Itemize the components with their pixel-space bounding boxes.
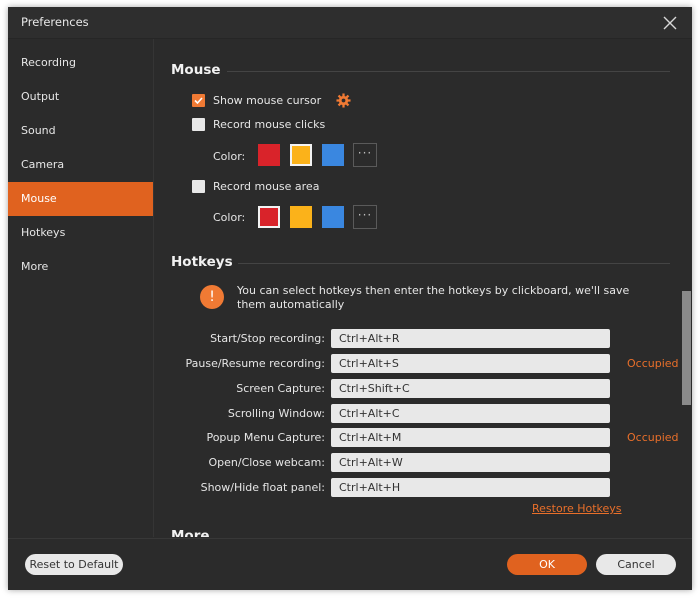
close-icon bbox=[663, 16, 677, 30]
scrollbar-track[interactable] bbox=[680, 39, 692, 537]
hotkeys-section-title: Hotkeys bbox=[171, 254, 233, 270]
warning-icon: ! bbox=[200, 285, 224, 309]
settings-content: Mouse Show mouse cursor Record mouse cli… bbox=[154, 39, 692, 537]
clicks-more-colors-button[interactable]: ··· bbox=[353, 143, 377, 167]
hotkeys-info-text: You can select hotkeys then enter the ho… bbox=[237, 284, 630, 311]
hotkey-popup-menu-input[interactable]: Ctrl+Alt+M bbox=[331, 428, 610, 447]
hotkey-float-panel-input[interactable]: Ctrl+Alt+H bbox=[331, 478, 610, 497]
clicks-color-label: Color: bbox=[213, 150, 246, 163]
clicks-color-yellow[interactable] bbox=[290, 144, 312, 166]
more-section-title: More bbox=[171, 528, 210, 537]
hotkey-scrolling-window-input[interactable]: Ctrl+Alt+C bbox=[331, 404, 610, 423]
record-mouse-clicks-label: Record mouse clicks bbox=[213, 118, 326, 131]
sidebar: Recording Output Sound Camera Mouse Hotk… bbox=[8, 39, 154, 537]
hotkey-pause-resume-input[interactable]: Ctrl+Alt+S bbox=[331, 354, 610, 373]
hotkey-label: Pause/Resume recording: bbox=[185, 357, 325, 370]
clicks-color-red[interactable] bbox=[258, 144, 280, 166]
scrollbar-thumb[interactable] bbox=[682, 291, 691, 405]
mouse-section-title: Mouse bbox=[171, 62, 221, 78]
sidebar-item-output[interactable]: Output bbox=[8, 80, 153, 114]
gear-icon[interactable] bbox=[336, 93, 351, 108]
hotkey-label: Scrolling Window: bbox=[227, 407, 325, 420]
checkmark-icon bbox=[194, 97, 203, 105]
area-color-yellow[interactable] bbox=[290, 206, 312, 228]
show-mouse-cursor-checkbox[interactable] bbox=[192, 94, 205, 107]
area-color-red[interactable] bbox=[258, 206, 280, 228]
record-mouse-area-label: Record mouse area bbox=[213, 180, 320, 193]
restore-hotkeys-link[interactable]: Restore Hotkeys bbox=[532, 502, 622, 515]
hotkey-label: Screen Capture: bbox=[236, 382, 325, 395]
hotkey-webcam-input[interactable]: Ctrl+Alt+W bbox=[331, 453, 610, 472]
title-bar: Preferences bbox=[8, 7, 692, 39]
record-mouse-clicks-checkbox[interactable] bbox=[192, 118, 205, 131]
window-title: Preferences bbox=[21, 15, 89, 29]
sidebar-item-mouse[interactable]: Mouse bbox=[8, 182, 153, 216]
section-divider bbox=[227, 71, 670, 72]
hotkey-status: Occupied bbox=[627, 431, 679, 444]
section-divider bbox=[238, 263, 670, 264]
hotkey-label: Open/Close webcam: bbox=[208, 456, 325, 469]
sidebar-item-recording[interactable]: Recording bbox=[8, 46, 153, 80]
sidebar-item-more[interactable]: More bbox=[8, 250, 153, 284]
preferences-window: Preferences Recording Output Sound Camer… bbox=[8, 7, 692, 590]
clicks-color-blue[interactable] bbox=[322, 144, 344, 166]
hotkey-screen-capture-input[interactable]: Ctrl+Shift+C bbox=[331, 379, 610, 398]
area-color-blue[interactable] bbox=[322, 206, 344, 228]
ok-button[interactable]: OK bbox=[507, 554, 587, 575]
footer: Reset to Default OK Cancel bbox=[8, 538, 692, 590]
hotkey-start-stop-input[interactable]: Ctrl+Alt+R bbox=[331, 329, 610, 348]
area-more-colors-button[interactable]: ··· bbox=[353, 205, 377, 229]
sidebar-item-camera[interactable]: Camera bbox=[8, 148, 153, 182]
sidebar-item-hotkeys[interactable]: Hotkeys bbox=[8, 216, 153, 250]
reset-to-default-button[interactable]: Reset to Default bbox=[25, 554, 123, 575]
hotkey-label: Popup Menu Capture: bbox=[206, 431, 325, 444]
record-mouse-area-checkbox[interactable] bbox=[192, 180, 205, 193]
area-color-label: Color: bbox=[213, 211, 246, 224]
hotkey-status: Occupied bbox=[627, 357, 679, 370]
cancel-button[interactable]: Cancel bbox=[596, 554, 676, 575]
sidebar-item-sound[interactable]: Sound bbox=[8, 114, 153, 148]
hotkey-label: Show/Hide float panel: bbox=[200, 481, 325, 494]
hotkey-label: Start/Stop recording: bbox=[210, 332, 325, 345]
close-button[interactable] bbox=[660, 13, 680, 33]
show-mouse-cursor-label: Show mouse cursor bbox=[213, 94, 322, 107]
